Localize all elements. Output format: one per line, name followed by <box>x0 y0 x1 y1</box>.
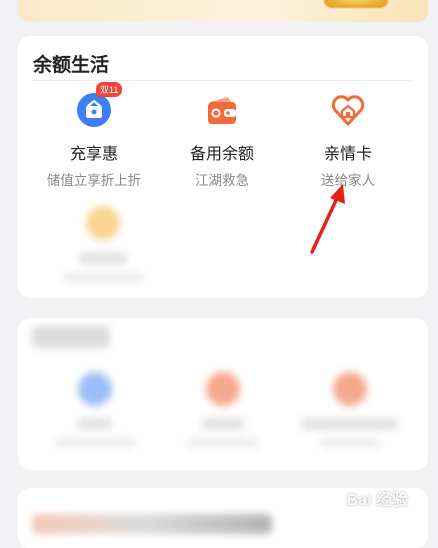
blurred-service <box>40 372 150 448</box>
service-spare-balance[interactable]: 备用余额 江湖救急 <box>154 92 290 189</box>
blurred-text <box>187 438 259 448</box>
blurred-text <box>63 272 143 282</box>
blurred-service <box>290 372 410 448</box>
service-desc: 储值立享折上折 <box>46 173 142 188</box>
service-chongxianghui[interactable]: 双11 充享惠 储值立享折上折 <box>26 82 162 189</box>
blurred-text <box>320 438 380 448</box>
annotation-arrow-icon <box>310 184 345 254</box>
top-banner[interactable] <box>18 0 428 22</box>
service-name: 亲情卡 <box>323 146 372 163</box>
blurred-text <box>302 418 398 430</box>
blurred-text <box>78 418 112 430</box>
service-desc: 江湖救急 <box>195 173 249 188</box>
blurred-icon <box>78 372 112 406</box>
blurred-text <box>55 438 135 448</box>
blurred-icon <box>206 372 240 406</box>
service-name: 充享惠 <box>69 146 118 163</box>
service-name: 备用余额 <box>189 146 254 163</box>
heart-home-icon <box>330 92 366 128</box>
promo-badge: 双11 <box>96 82 123 97</box>
service-family-card[interactable]: 亲情卡 送给家人 <box>280 92 416 189</box>
wallet-icon <box>204 92 240 128</box>
baidu-watermark: Bai 经验 <box>346 492 408 509</box>
blurred-banner <box>32 514 272 534</box>
divider <box>32 80 414 81</box>
blurred-icon <box>333 372 367 406</box>
blurred-icon <box>86 206 120 240</box>
blurred-service <box>48 206 158 282</box>
blurred-text <box>201 418 245 430</box>
balance-life-card: 余额生活 双11 充享惠 储值立享折上折 备用余额 江湖救急 亲情卡 送给家人 <box>18 36 428 298</box>
gift-shop-icon: 双11 <box>76 82 123 128</box>
blurred-section-title <box>32 326 110 348</box>
blurred-text <box>79 252 127 264</box>
coin-decoration <box>324 0 388 8</box>
blurred-service <box>168 372 278 448</box>
section-title: 余额生活 <box>33 55 110 76</box>
blurred-card <box>18 318 428 470</box>
